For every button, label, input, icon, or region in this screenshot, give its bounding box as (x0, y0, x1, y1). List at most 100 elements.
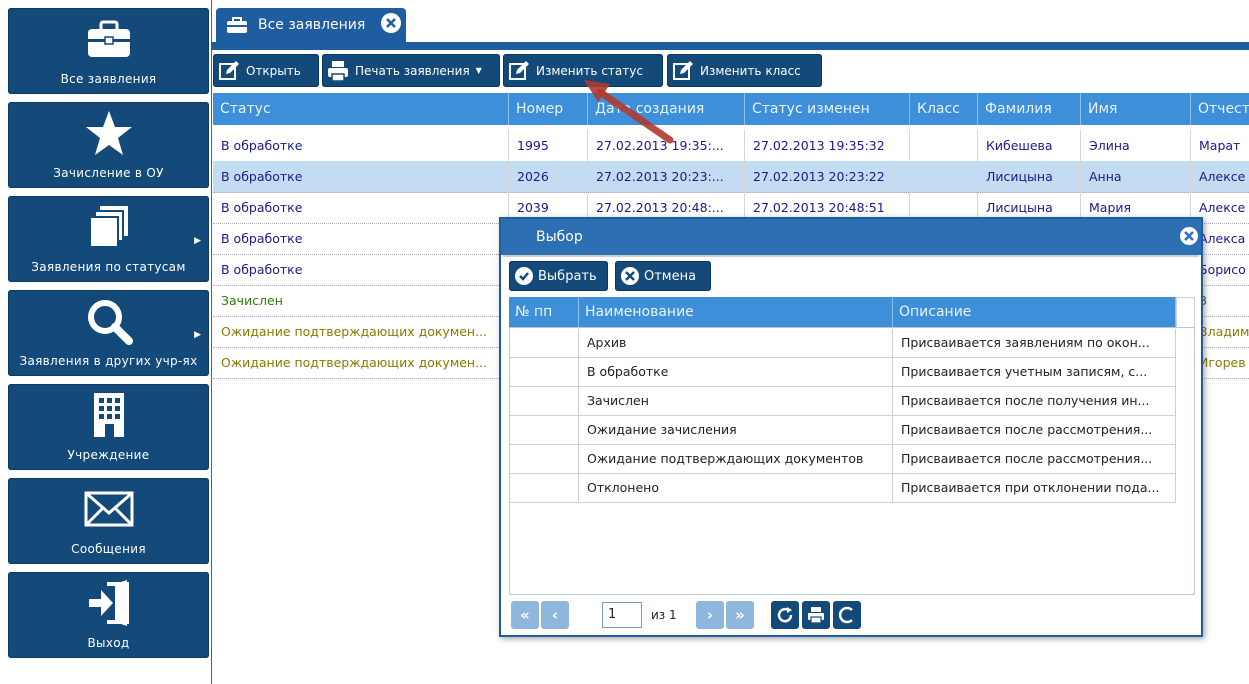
list-item[interactable]: Ожидание зачисления Присваивается после … (509, 416, 1176, 445)
column-header-last-name[interactable]: Фамилия (978, 93, 1081, 125)
cell-last-name: Кибешева (978, 130, 1081, 161)
change-class-button[interactable]: Изменить класс (667, 54, 822, 87)
list-item[interactable]: В обработке Присваивается учетным запися… (509, 358, 1176, 387)
divider (503, 255, 1199, 257)
cell-index (509, 474, 579, 502)
cell-last-name: Лисицына (978, 161, 1081, 192)
sidebar-item-by-status[interactable]: ▶ Заявления по статусам (8, 196, 209, 282)
check-circle-icon (515, 267, 533, 285)
tab-label: Все заявления (258, 17, 366, 33)
cell-status: Зачислен (213, 285, 509, 316)
select-button[interactable]: Выбрать (509, 261, 608, 291)
cell-name: Архив (579, 329, 893, 357)
annotation-arrow-icon (584, 80, 674, 144)
cancel-circle-icon (621, 267, 639, 285)
cell-index (509, 387, 579, 415)
column-header-status[interactable]: Статус (213, 93, 509, 125)
cell-middle-name: Алексе (1199, 169, 1246, 184)
sidebar-item-label: Заявления в других учр-ях (19, 354, 198, 368)
cell-description: Присваивается заявлениям по окон... (893, 329, 1176, 357)
sidebar-item-label: Все заявления (60, 72, 157, 86)
open-button[interactable]: Открыть (213, 54, 319, 87)
sidebar-item-logout[interactable]: Выход (8, 572, 209, 658)
dialog-title: Выбор (536, 229, 583, 245)
sidebar-item-label: Заявления по статусам (31, 260, 186, 274)
reload-icon[interactable] (833, 601, 861, 629)
print-application-button[interactable]: Печать заявления ▼ (322, 54, 500, 87)
cell-description: Присваивается после получения ин... (893, 387, 1176, 415)
sidebar-item-other-institutions[interactable]: ▶ Заявления в других учр-ях (8, 290, 209, 376)
cell-status: В обработке (213, 130, 509, 161)
first-page-icon[interactable]: « (511, 601, 539, 629)
sidebar-item-label: Сообщения (71, 542, 146, 556)
table-row[interactable]: В обработке 1995 27.02.2013 19:35:... 27… (213, 130, 1249, 162)
chevron-right-icon: ▶ (194, 330, 201, 340)
envelope-icon (8, 484, 209, 534)
next-page-icon[interactable]: › (696, 601, 724, 629)
prev-page-icon[interactable]: ‹ (541, 601, 569, 629)
printer-icon[interactable] (802, 601, 830, 629)
sidebar-item-label: Зачисление в ОУ (53, 166, 164, 180)
close-icon[interactable] (381, 13, 401, 33)
dialog-titlebar[interactable]: Выбор (501, 219, 1201, 255)
cell-first-name: Элина (1081, 130, 1191, 161)
page-count-label: из 1 (651, 608, 677, 622)
cell-status: В обработке (213, 223, 509, 254)
page-number-input[interactable]: 1 (602, 602, 642, 628)
cell-index (509, 329, 579, 357)
cell-class (910, 130, 978, 161)
column-header-status-changed[interactable]: Статус изменен (745, 93, 910, 125)
chevron-right-icon: ▶ (194, 236, 201, 246)
list-item[interactable]: Зачислен Присваивается после получения и… (509, 387, 1176, 416)
briefcase-icon (8, 14, 209, 64)
column-header-first-name[interactable]: Имя (1081, 93, 1191, 125)
cell-status-changed: 27.02.2013 19:35:32 (745, 130, 910, 161)
sidebar-item-institution[interactable]: Учреждение (8, 384, 209, 470)
last-page-icon[interactable]: » (726, 601, 754, 629)
cell-description: Присваивается после рассмотрения... (893, 416, 1176, 444)
chevron-down-icon: ▼ (475, 66, 482, 75)
briefcase-icon (226, 17, 248, 38)
search-icon (8, 296, 209, 346)
list-item[interactable]: Архив Присваивается заявлениям по окон..… (509, 329, 1176, 358)
cell-index (509, 445, 579, 473)
refresh-icon[interactable] (771, 601, 799, 629)
printer-icon (327, 60, 349, 82)
table-row[interactable]: В обработке 2026 27.02.2013 20:23:... 27… (213, 161, 1249, 193)
logout-icon (8, 578, 209, 628)
cell-status: Ожидание подтверждающих докумен... (213, 347, 509, 378)
cell-description: Присваивается после рассмотрения... (893, 445, 1176, 473)
cell-first-name: Анна (1081, 161, 1191, 192)
column-header-name[interactable]: Наименование (579, 297, 893, 328)
cell-name: Зачислен (579, 387, 893, 415)
sidebar-divider (211, 0, 212, 684)
column-header-index[interactable]: № пп (509, 297, 579, 328)
cell-name: Ожидание зачисления (579, 416, 893, 444)
select-status-dialog: Выбор Выбрать Отмена № пп Наименование О… (499, 217, 1203, 637)
cell-index (509, 416, 579, 444)
list-item[interactable]: Ожидание подтверждающих документов Присв… (509, 445, 1176, 474)
column-header-class[interactable]: Класс (910, 93, 978, 125)
sidebar-item-messages[interactable]: Сообщения (8, 478, 209, 564)
cell-class (910, 161, 978, 192)
column-header-description[interactable]: Описание (893, 297, 1176, 328)
cell-status: Ожидание подтверждающих докумен... (213, 316, 509, 347)
cell-name: Ожидание подтверждающих документов (579, 445, 893, 473)
tab-all-applications[interactable]: Все заявления (216, 8, 406, 42)
edit-icon (218, 60, 240, 82)
list-item[interactable]: Отклонено Присваивается при отклонении п… (509, 474, 1176, 503)
cancel-button[interactable]: Отмена (615, 261, 711, 291)
sidebar-item-label: Учреждение (67, 448, 150, 462)
sidebar-item-enrollment[interactable]: Зачисление в ОУ (8, 102, 209, 188)
sidebar-item-all-applications[interactable]: Все заявления (8, 8, 209, 94)
cell-status: В обработке (213, 161, 509, 192)
cell-status: В обработке (213, 192, 509, 223)
scrollbar-corner (1176, 297, 1195, 328)
cell-middle-name: Марат (1199, 138, 1241, 153)
sidebar-item-label: Выход (87, 636, 130, 650)
cell-status-changed: 27.02.2013 20:23:22 (745, 161, 910, 192)
close-icon[interactable] (1180, 227, 1198, 245)
cell-status: В обработке (213, 254, 509, 285)
edit-icon (508, 60, 530, 82)
column-header-middle-name[interactable]: Отчество (1191, 93, 1249, 125)
